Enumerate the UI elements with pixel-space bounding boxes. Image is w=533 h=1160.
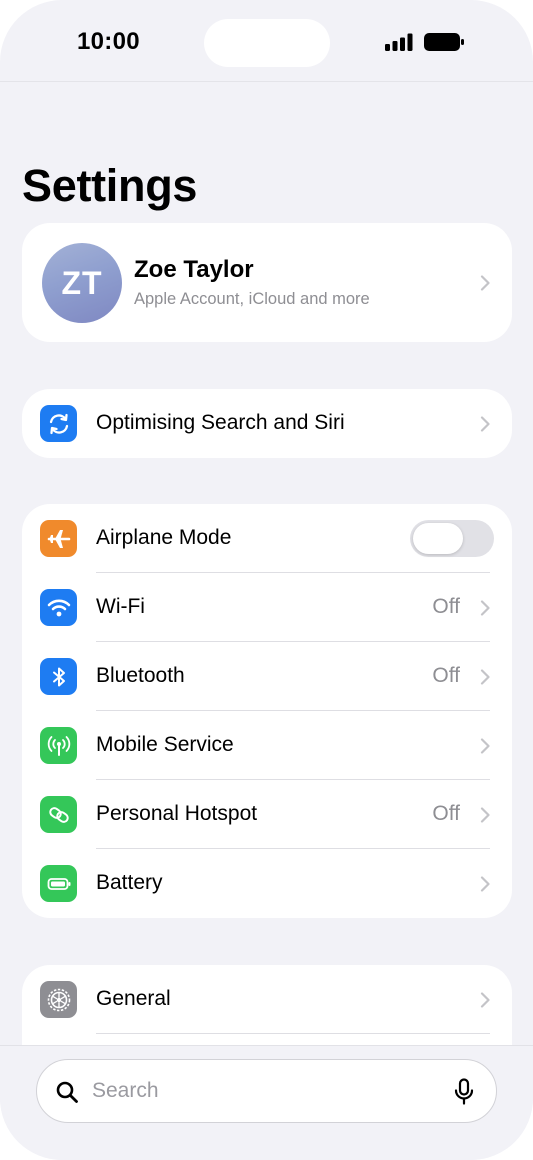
cellular-signal-icon (385, 33, 413, 51)
profile-name: Zoe Taylor (134, 256, 254, 283)
page-title: Settings (22, 160, 198, 211)
status-bar: 10:00 (0, 0, 533, 82)
row-label: Bluetooth (96, 664, 185, 687)
chevron-right-icon (480, 807, 490, 823)
sync-arrows-icon (40, 405, 77, 442)
connectivity-group: Airplane Mode Wi-Fi Off Bluetooth Off Mo… (22, 504, 512, 918)
bottom-search-bar: Search (0, 1045, 533, 1160)
gear-icon (40, 981, 77, 1018)
chevron-right-icon (480, 669, 490, 685)
toggle-knob (413, 523, 463, 554)
row-value: Off (432, 802, 460, 825)
chevron-right-icon (480, 876, 490, 892)
battery-icon (40, 865, 77, 902)
row-value: Off (432, 664, 460, 687)
apple-account-card[interactable]: ZT Zoe Taylor Apple Account, iCloud and … (22, 223, 512, 342)
profile-subtitle: Apple Account, iCloud and more (134, 290, 370, 308)
airplane-mode-toggle[interactable] (410, 520, 494, 557)
divider (96, 1033, 490, 1034)
settings-row-wifi[interactable]: Wi-Fi Off (22, 573, 512, 642)
chevron-right-icon (480, 992, 490, 1008)
row-label: Battery (96, 871, 163, 894)
chevron-right-icon (480, 738, 490, 754)
row-value: Off (432, 595, 460, 618)
settings-row-mobile-service[interactable]: Mobile Service (22, 711, 512, 780)
row-label: General (96, 987, 171, 1010)
airplane-icon (40, 520, 77, 557)
search-placeholder: Search (92, 1079, 159, 1102)
siri-optimising-label: Optimising Search and Siri (96, 411, 345, 434)
dynamic-island (204, 19, 330, 67)
antenna-icon (40, 727, 77, 764)
avatar: ZT (42, 243, 122, 323)
settings-row-bluetooth[interactable]: Bluetooth Off (22, 642, 512, 711)
row-label: Airplane Mode (96, 526, 232, 549)
status-time: 10:00 (77, 28, 140, 55)
search-icon (56, 1081, 78, 1103)
siri-optimising-row[interactable]: Optimising Search and Siri (22, 389, 512, 458)
bluetooth-icon (40, 658, 77, 695)
link-icon (40, 796, 77, 833)
chevron-right-icon (480, 416, 490, 432)
microphone-icon[interactable] (454, 1078, 474, 1106)
settings-row-airplane-mode: Airplane Mode (22, 504, 512, 573)
row-label: Wi-Fi (96, 595, 145, 618)
row-label: Mobile Service (96, 733, 234, 756)
row-label: Personal Hotspot (96, 802, 258, 825)
chevron-right-icon (480, 600, 490, 616)
settings-row-general[interactable]: General (22, 965, 512, 1034)
settings-row-personal-hotspot[interactable]: Personal Hotspot Off (22, 780, 512, 849)
wifi-icon (40, 589, 77, 626)
search-field[interactable]: Search (36, 1059, 497, 1123)
settings-screen: 10:00 Settings ZT Zoe Taylor Apple Accou… (0, 0, 533, 1160)
chevron-right-icon (480, 275, 490, 291)
settings-row-battery[interactable]: Battery (22, 849, 512, 918)
battery-status-icon (424, 33, 464, 51)
